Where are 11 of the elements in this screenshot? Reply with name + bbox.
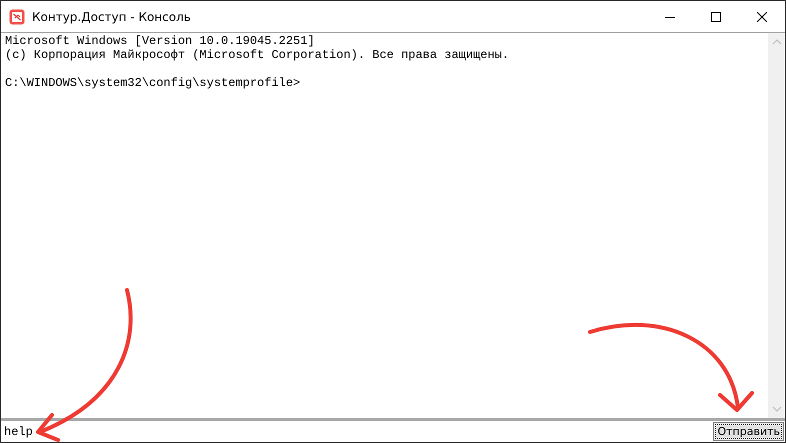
scrollbar[interactable] [768, 33, 785, 418]
window-title: Контур.Доступ - Консоль [32, 10, 191, 24]
maximize-icon [711, 12, 721, 22]
console-line: Microsoft Windows [Version 10.0.19045.2251] [5, 34, 316, 48]
scroll-up-icon [772, 39, 782, 45]
send-button[interactable]: Отправить [713, 422, 784, 441]
scroll-down-icon [772, 406, 782, 412]
console-line: (c) Корпорация Майкрософт (Microsoft Corporation). Все права защищены. [5, 48, 510, 62]
console-line: C:\WINDOWS\system32\config\systemprofile> [5, 76, 302, 90]
close-icon [757, 12, 767, 22]
app-icon [9, 8, 25, 24]
